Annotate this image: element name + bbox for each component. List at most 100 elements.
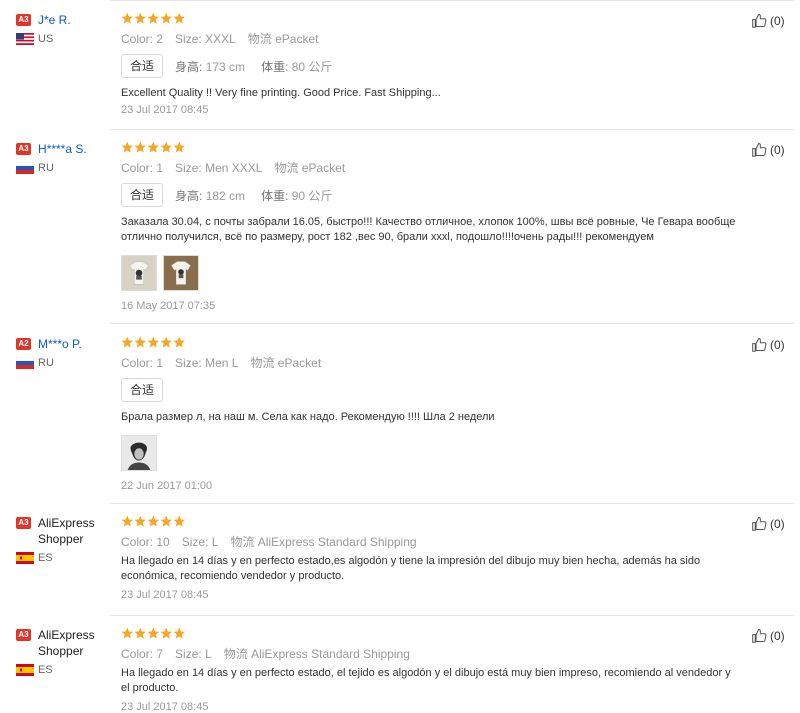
review-body: Color: 10 Size: L 物流 AliExpress Standard S… xyxy=(121,515,741,601)
order-attributes: Color: 10 Size: L 物流 AliExpress Standard S… xyxy=(121,535,741,549)
rating-stars xyxy=(121,12,741,26)
review-body: Color: 7 Size: L 物流 AliExpress Standard Sh… xyxy=(121,627,741,713)
thumbs-up-icon xyxy=(752,517,767,531)
star-icon xyxy=(173,12,186,25)
thumbs-up-icon xyxy=(752,338,767,352)
thumbs-up-icon xyxy=(752,143,767,157)
like-button[interactable]: (0) xyxy=(751,627,785,644)
review-photo[interactable] xyxy=(121,435,157,471)
review-text: Ha llegado en 14 días y en perfecto esta… xyxy=(121,667,731,694)
star-icon xyxy=(147,12,160,25)
height-label: 身高: xyxy=(175,59,203,74)
reviewer-country: ES xyxy=(16,664,108,676)
review-body: Color: 1 Size: Men XXXL 物流 ePacket 合适 身高: … xyxy=(121,141,741,312)
reviewer-info: A3 AliExpress Shopper ES xyxy=(16,515,108,564)
review-divider xyxy=(110,129,794,130)
ru-flag-icon xyxy=(16,357,34,369)
color-label: Color: xyxy=(121,32,154,46)
rating-stars xyxy=(121,515,741,529)
size-label: Size: xyxy=(175,647,202,661)
size-label: Size: xyxy=(175,32,202,46)
review-item: A3 H****a S. RU Color: 1 Size: Men XXXL 物流… xyxy=(0,141,800,321)
height-info: 身高: 182 cm xyxy=(175,187,245,204)
thumbs-up-icon xyxy=(752,14,767,28)
fit-tag: 合适 xyxy=(121,378,164,402)
shipping-label: 物流 xyxy=(274,161,299,175)
size-label: Size: xyxy=(181,535,209,549)
weight-label: 体重: xyxy=(261,188,289,203)
star-icon xyxy=(147,336,160,349)
country-code: ES xyxy=(38,552,53,564)
weight-info: 体重: 90 公斤 xyxy=(261,187,332,204)
fit-row: 合适 身高: 182 cm 体重: 90 公斤 xyxy=(121,183,741,207)
shipping-label: 物流 xyxy=(223,647,248,661)
like-button[interactable]: (0) xyxy=(751,336,785,353)
height-label: 身高: xyxy=(175,188,203,203)
review-photo[interactable] xyxy=(163,255,199,291)
like-button[interactable]: (0) xyxy=(751,141,785,158)
reviewer-country: RU xyxy=(16,162,108,174)
review-divider xyxy=(110,615,794,616)
star-icon xyxy=(147,515,160,528)
buyer-level-badge: A3 xyxy=(16,143,31,155)
star-icon xyxy=(121,336,134,349)
reviewer-name[interactable]: H****a S. xyxy=(38,141,87,157)
review-date: 22 Jun 2017 01:00 xyxy=(121,480,213,492)
weight-value: 90 公斤 xyxy=(291,188,333,203)
reviewer-name[interactable]: J*e R. xyxy=(38,12,71,28)
star-icon xyxy=(173,141,186,154)
star-icon xyxy=(121,627,134,640)
reviewer-info: A3 H****a S. RU xyxy=(16,141,108,174)
reviewer-name: AliExpress Shopper xyxy=(38,628,95,658)
like-count: (0) xyxy=(770,142,785,157)
star-icon xyxy=(134,515,147,528)
star-icon xyxy=(134,336,147,349)
review-divider xyxy=(110,323,794,324)
size-value: L xyxy=(205,647,212,661)
height-value: 173 cm xyxy=(205,59,246,74)
like-button[interactable]: (0) xyxy=(751,12,785,29)
color-label: Color: xyxy=(121,535,154,549)
shipping-value: AliExpress Standard Shipping xyxy=(251,647,410,661)
color-value: 1 xyxy=(156,356,164,370)
rating-stars xyxy=(121,627,741,641)
size-value: Men L xyxy=(205,356,239,370)
size-label: Size: xyxy=(175,161,202,175)
size-value: L xyxy=(211,535,219,549)
review-body: Color: 1 Size: Men L 物流 ePacket 合适 Брала р… xyxy=(121,336,741,492)
shipping-label: 物流 xyxy=(250,356,275,370)
star-icon xyxy=(173,627,186,640)
order-attributes: Color: 7 Size: L 物流 AliExpress Standard Sh… xyxy=(121,647,741,661)
review-date: 16 May 2017 07:35 xyxy=(121,300,216,312)
es-flag-icon xyxy=(16,664,34,676)
shipping-label: 物流 xyxy=(230,535,255,549)
review-item: A3 AliExpress Shopper ES Color: 7 Size: L… xyxy=(0,627,800,713)
star-icon xyxy=(121,12,134,25)
buyer-level-badge: A2 xyxy=(16,338,31,350)
weight-label: 体重: xyxy=(261,59,289,74)
star-icon xyxy=(134,627,147,640)
like-count: (0) xyxy=(770,628,785,643)
review-text: Ha llegado en 14 días y en perfecto esta… xyxy=(121,555,701,582)
portrait-photo-icon xyxy=(122,436,156,470)
star-icon xyxy=(121,515,134,528)
review-date: 23 Jul 2017 08:45 xyxy=(121,104,209,116)
review-divider xyxy=(110,0,794,1)
review-photos xyxy=(121,255,741,291)
buyer-level-badge: A3 xyxy=(16,517,31,529)
like-button[interactable]: (0) xyxy=(751,515,785,532)
like-count: (0) xyxy=(770,516,785,531)
shipping-value: ePacket xyxy=(277,356,322,370)
review-divider xyxy=(110,503,794,504)
review-body: Color: 2 Size: XXXL 物流 ePacket 合适 身高: 173 … xyxy=(121,12,741,116)
reviewer-name[interactable]: M***o P. xyxy=(38,336,82,352)
star-icon xyxy=(173,515,186,528)
order-attributes: Color: 1 Size: Men L 物流 ePacket xyxy=(121,356,741,370)
star-icon xyxy=(173,336,186,349)
color-value: 10 xyxy=(156,535,170,549)
reviewer-info: A3 AliExpress Shopper ES xyxy=(16,627,108,676)
shipping-value: AliExpress Standard Shipping xyxy=(257,535,417,549)
color-value: 7 xyxy=(156,647,164,661)
review-photo[interactable] xyxy=(121,255,157,291)
country-code: RU xyxy=(38,357,54,369)
